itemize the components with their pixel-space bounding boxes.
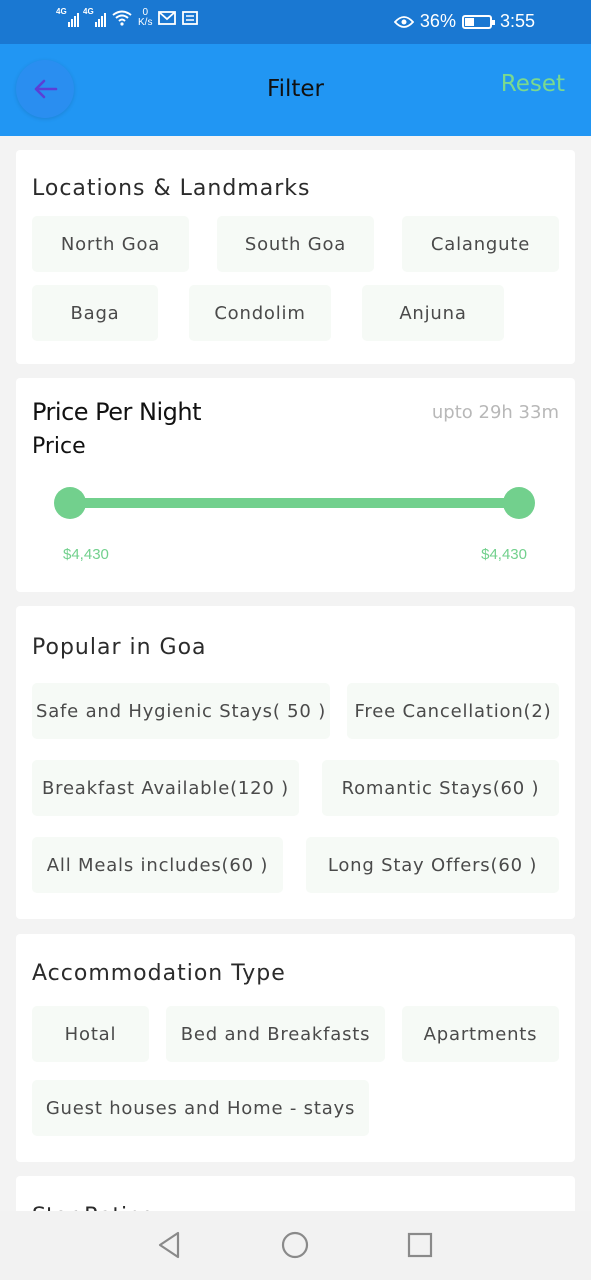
chip-calangute[interactable]: Calangute — [402, 216, 559, 272]
price-slider-max-handle[interactable] — [503, 487, 535, 519]
home-circle-icon — [281, 1231, 309, 1259]
popular-title: Popular in Goa — [32, 635, 207, 660]
reset-button[interactable]: Reset — [501, 71, 565, 97]
nav-home-button[interactable] — [279, 1229, 311, 1261]
chip-condolim[interactable]: Condolim — [189, 285, 331, 341]
message-icon — [182, 11, 199, 25]
price-meta: upto 29h 33m — [431, 402, 559, 423]
gmail-icon — [158, 11, 177, 25]
app-bar: Filter Reset — [0, 44, 591, 136]
chip-anjuna[interactable]: Anjuna — [362, 285, 504, 341]
price-slider-track[interactable] — [71, 498, 519, 508]
chip-romantic-stays[interactable]: Romantic Stays(60 ) — [322, 760, 559, 816]
recents-square-icon — [407, 1232, 433, 1258]
chip-bed-breakfasts[interactable]: Bed and Breakfasts — [166, 1006, 385, 1062]
price-max-label: $4,430 — [481, 546, 527, 563]
chip-safe-hygienic[interactable]: Safe and Hygienic Stays( 50 ) — [32, 683, 330, 739]
chip-south-goa[interactable]: South Goa — [217, 216, 374, 272]
back-triangle-icon — [158, 1231, 180, 1259]
status-right: 36% 3:55 — [393, 11, 535, 32]
chip-north-goa[interactable]: North Goa — [32, 216, 189, 272]
chip-all-meals[interactable]: All Meals includes(60 ) — [32, 837, 283, 893]
status-bar: 4G 4G 0 K/s 36% 3:55 — [0, 0, 591, 44]
speed-unit: K/s — [138, 17, 153, 28]
battery-percent: 36% — [419, 11, 456, 31]
network-type-label: 4G — [56, 7, 67, 16]
accommodation-title: Accommodation Type — [32, 961, 286, 986]
chip-long-stay-offers[interactable]: Long Stay Offers(60 ) — [306, 837, 559, 893]
battery-level-fill — [464, 17, 475, 26]
price-card: Price Per Night Price upto 29h 33m $4,43… — [16, 378, 575, 592]
price-min-label: $4,430 — [63, 546, 109, 563]
chip-free-cancellation[interactable]: Free Cancellation(2) — [347, 683, 559, 739]
chip-breakfast-available[interactable]: Breakfast Available(120 ) — [32, 760, 299, 816]
signal-icon: 4G — [56, 7, 79, 27]
price-slider-min-handle[interactable] — [54, 487, 86, 519]
chip-hotal[interactable]: Hotal — [32, 1006, 149, 1062]
chip-guest-houses[interactable]: Guest houses and Home - stays — [32, 1080, 369, 1136]
clock: 3:55 — [499, 11, 535, 31]
wifi-icon — [112, 10, 132, 26]
chip-baga[interactable]: Baga — [32, 285, 158, 341]
chip-apartments[interactable]: Apartments — [402, 1006, 559, 1062]
eye-icon — [393, 15, 414, 28]
locations-title: Locations & Landmarks — [32, 176, 311, 201]
status-left: 4G 4G 0 K/s — [56, 7, 199, 28]
popular-card: Popular in Goa Safe and Hygienic Stays( … — [16, 606, 575, 919]
nav-recents-button[interactable] — [404, 1229, 436, 1261]
signal-icon: 4G — [83, 7, 106, 27]
price-title: Price Per Night — [32, 398, 202, 426]
accommodation-card: Accommodation Type Hotal Bed and Breakfa… — [16, 934, 575, 1162]
network-speed: 0 K/s — [138, 8, 152, 28]
nav-back-button[interactable] — [153, 1229, 185, 1261]
price-subtitle: Price — [32, 434, 86, 459]
network-type-label: 4G — [83, 7, 94, 16]
locations-card: Locations & Landmarks North Goa South Go… — [16, 150, 575, 364]
system-nav-bar — [0, 1211, 591, 1280]
battery-icon — [461, 14, 495, 29]
